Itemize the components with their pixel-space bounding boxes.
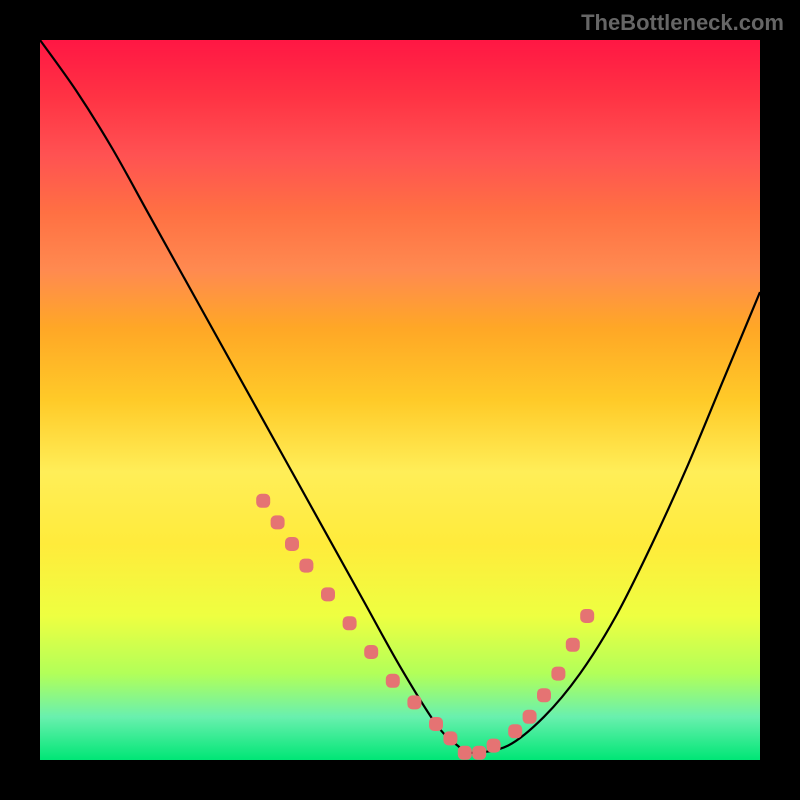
marker-dot: [256, 494, 270, 508]
marker-dot: [299, 559, 313, 573]
marker-dot: [566, 638, 580, 652]
marker-dot: [321, 587, 335, 601]
marker-dots: [256, 494, 594, 760]
marker-dot: [386, 674, 400, 688]
curve-line: [40, 40, 760, 753]
chart-container: TheBottleneck.com: [0, 0, 800, 800]
marker-dot: [551, 667, 565, 681]
marker-dot: [429, 717, 443, 731]
plot-area: [40, 40, 760, 760]
marker-dot: [364, 645, 378, 659]
marker-dot: [472, 746, 486, 760]
marker-dot: [537, 688, 551, 702]
marker-dot: [487, 739, 501, 753]
marker-dot: [407, 695, 421, 709]
marker-dot: [271, 515, 285, 529]
watermark-text: TheBottleneck.com: [581, 10, 784, 36]
marker-dot: [343, 616, 357, 630]
marker-dot: [285, 537, 299, 551]
marker-dot: [508, 724, 522, 738]
marker-dot: [458, 746, 472, 760]
marker-dot: [443, 731, 457, 745]
marker-dot: [523, 710, 537, 724]
chart-svg: [40, 40, 760, 760]
marker-dot: [580, 609, 594, 623]
